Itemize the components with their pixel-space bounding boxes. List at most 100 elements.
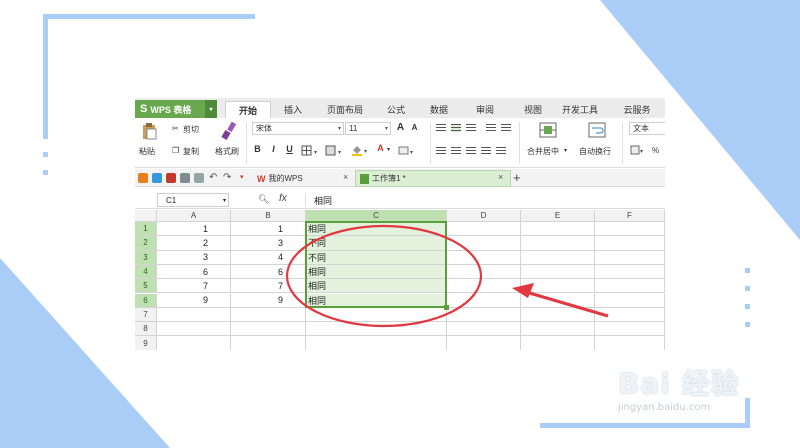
column-header[interactable]: A xyxy=(157,210,231,222)
table-cell[interactable] xyxy=(306,336,447,350)
table-cell[interactable]: 7 xyxy=(231,279,306,294)
cut-button[interactable]: 剪切 xyxy=(183,124,199,135)
table-cell[interactable]: 9 xyxy=(157,293,231,308)
zoom-formula-icon[interactable]: 🔍︎ xyxy=(258,194,269,205)
table-cell[interactable] xyxy=(521,264,595,280)
tab-ribbon-7[interactable]: 开发工具 xyxy=(555,101,605,118)
table-cell[interactable]: 2 xyxy=(157,236,231,251)
table-cell[interactable]: 3 xyxy=(157,250,231,265)
table-cell[interactable] xyxy=(521,250,595,265)
tab-ribbon-8[interactable]: 云服务 xyxy=(609,101,665,118)
table-cell[interactable] xyxy=(521,336,595,350)
undo-icon[interactable]: ↶ xyxy=(209,172,217,183)
new-tab-button[interactable]: + xyxy=(513,170,521,185)
column-header[interactable]: C xyxy=(306,210,447,222)
table-cell[interactable] xyxy=(447,236,521,251)
select-all-corner[interactable] xyxy=(135,210,157,222)
table-cell[interactable] xyxy=(231,322,306,337)
table-cell[interactable]: 6 xyxy=(231,264,306,280)
table-cell[interactable] xyxy=(521,307,595,323)
column-header[interactable]: E xyxy=(521,210,595,222)
table-cell[interactable] xyxy=(595,307,665,323)
table-cell[interactable] xyxy=(595,293,665,308)
outdent-icon[interactable] xyxy=(501,124,511,132)
copy-button[interactable]: 复制 xyxy=(183,146,199,157)
row-header[interactable]: 9 xyxy=(135,336,157,350)
table-cell[interactable] xyxy=(595,279,665,294)
underline-button[interactable]: U xyxy=(284,144,295,154)
table-cell[interactable]: 相同 xyxy=(306,222,447,237)
close-tab-icon[interactable]: × xyxy=(498,172,503,182)
redo-icon[interactable]: ↷ xyxy=(223,172,231,183)
table-cell[interactable]: 不同 xyxy=(306,250,447,265)
table-cell[interactable] xyxy=(447,264,521,280)
table-cell[interactable] xyxy=(447,336,521,350)
align-middle-icon[interactable] xyxy=(451,124,461,132)
column-header[interactable]: D xyxy=(447,210,521,222)
table-cell[interactable] xyxy=(447,250,521,265)
table-cell[interactable]: 相同 xyxy=(306,293,447,308)
row-header[interactable]: 5 xyxy=(135,279,157,294)
insert-function-button[interactable]: fx xyxy=(279,193,287,204)
percent-button[interactable]: % xyxy=(652,146,659,155)
wrap-text-button[interactable]: 自动换行 xyxy=(579,146,611,157)
align-center-icon[interactable] xyxy=(451,147,461,155)
indent-icon[interactable] xyxy=(486,124,496,132)
table-cell[interactable]: 6 xyxy=(157,264,231,280)
save-icon[interactable] xyxy=(152,173,162,183)
table-cell[interactable] xyxy=(157,307,231,323)
table-cell[interactable]: 相同 xyxy=(306,264,447,280)
table-cell[interactable] xyxy=(521,222,595,237)
open-folder-icon[interactable] xyxy=(138,173,148,183)
tab-ribbon-2[interactable]: 页面布局 xyxy=(315,101,375,118)
table-cell[interactable] xyxy=(447,222,521,237)
row-header[interactable]: 3 xyxy=(135,250,157,265)
table-cell[interactable] xyxy=(231,307,306,323)
column-header[interactable]: B xyxy=(231,210,306,222)
font-size-select[interactable]: 11 ▾ xyxy=(345,122,391,135)
clear-format-icon[interactable]: ▾ xyxy=(397,145,417,156)
row-header[interactable]: 7 xyxy=(135,307,157,323)
format-painter-button[interactable]: 格式刷 xyxy=(215,146,239,157)
fill-pattern-icon[interactable]: ▾ xyxy=(325,145,347,156)
tab-ribbon-1[interactable]: 插入 xyxy=(275,101,311,118)
spreadsheet-grid[interactable]: A B C D E F 1 1 1 相同 2 2 3 不同 3 3 4 不同 4 6 6 相同 5 7 7 相同 6 9 9 相同 7 8 9 xyxy=(135,210,665,350)
tab-ribbon-3[interactable]: 公式 xyxy=(377,101,415,118)
table-cell[interactable] xyxy=(157,322,231,337)
paste-button[interactable]: 粘贴 xyxy=(139,146,155,157)
wps-app-menu-button[interactable]: S WPS 表格 ▾ xyxy=(135,100,217,118)
align-right-icon[interactable] xyxy=(466,147,476,155)
font-name-select[interactable]: 宋体 ▾ xyxy=(252,122,344,135)
tab-my-wps[interactable]: W 我的WPS xyxy=(253,170,353,187)
table-cell[interactable] xyxy=(447,322,521,337)
fill-handle[interactable] xyxy=(444,304,449,310)
table-cell[interactable]: 不同 xyxy=(306,236,447,251)
number-format-select[interactable]: 文本 xyxy=(629,122,665,135)
export-pdf-icon[interactable] xyxy=(166,173,176,183)
border-icon[interactable]: ▾ xyxy=(301,145,323,156)
tab-ribbon-6[interactable]: 视图 xyxy=(513,101,553,118)
table-cell[interactable]: 1 xyxy=(231,222,306,237)
table-cell[interactable] xyxy=(447,293,521,308)
row-header[interactable]: 8 xyxy=(135,322,157,337)
currency-format-icon[interactable]: ▾ xyxy=(630,145,648,156)
table-cell[interactable]: 1 xyxy=(157,222,231,237)
name-box[interactable]: C1 ▾ xyxy=(157,193,229,207)
table-cell[interactable]: 4 xyxy=(231,250,306,265)
table-cell[interactable] xyxy=(521,279,595,294)
table-cell[interactable] xyxy=(595,264,665,280)
column-header[interactable]: F xyxy=(595,210,665,222)
justify-icon[interactable] xyxy=(481,147,491,155)
formula-input[interactable]: 相同 xyxy=(305,193,663,207)
print-preview-icon[interactable] xyxy=(194,173,204,183)
merge-center-button[interactable]: 合并居中 xyxy=(527,146,559,157)
row-header[interactable]: 1 xyxy=(135,222,157,237)
fill-color-icon[interactable]: ▾ xyxy=(351,144,373,156)
table-cell[interactable] xyxy=(521,293,595,308)
table-cell[interactable] xyxy=(157,336,231,350)
distributed-icon[interactable] xyxy=(496,147,506,155)
format-painter-icon[interactable] xyxy=(220,121,236,141)
table-cell[interactable]: 3 xyxy=(231,236,306,251)
grow-font-button[interactable]: A xyxy=(395,122,406,133)
tab-ribbon-5[interactable]: 审阅 xyxy=(465,101,505,118)
